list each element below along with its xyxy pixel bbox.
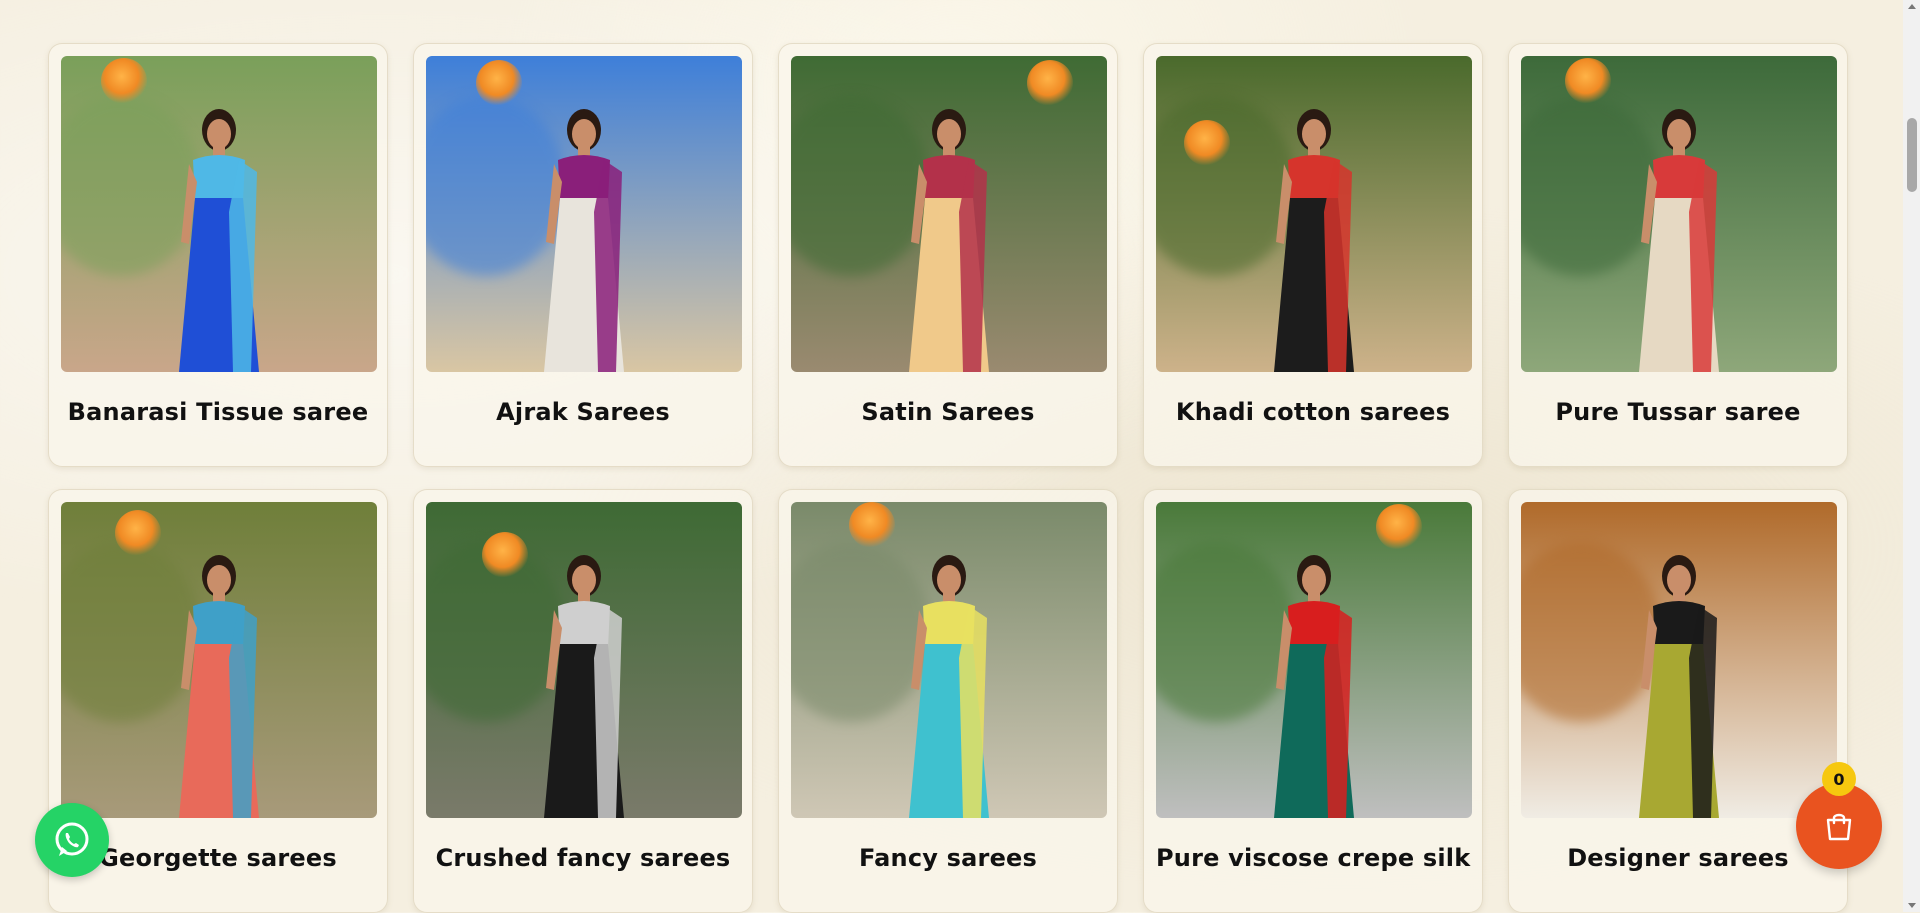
shopping-bag-icon bbox=[1826, 813, 1852, 841]
model-figure bbox=[909, 555, 989, 818]
brand-logo-watermark bbox=[1565, 58, 1611, 104]
category-title[interactable]: Fancy sarees bbox=[791, 844, 1105, 872]
model-figure bbox=[544, 555, 624, 818]
model-figure bbox=[1274, 555, 1354, 818]
category-card[interactable]: Pure Tussar saree bbox=[1508, 43, 1848, 467]
whatsapp-icon bbox=[55, 822, 89, 856]
model-figure bbox=[909, 109, 989, 372]
category-image[interactable] bbox=[426, 502, 742, 818]
category-grid: Banarasi Tissue saree Ajrak Sarees Satin… bbox=[48, 43, 1848, 913]
brand-logo-watermark bbox=[101, 58, 147, 104]
category-image[interactable] bbox=[1521, 502, 1837, 818]
category-title[interactable]: Satin Sarees bbox=[791, 398, 1105, 426]
category-image[interactable] bbox=[426, 56, 742, 372]
scroll-up-arrow[interactable] bbox=[1908, 4, 1916, 9]
model-figure bbox=[179, 555, 259, 818]
category-card[interactable]: Satin Sarees bbox=[778, 43, 1118, 467]
category-title[interactable]: Pure viscose crepe silk bbox=[1156, 844, 1470, 872]
scrollbar-thumb[interactable] bbox=[1907, 118, 1917, 192]
category-image[interactable] bbox=[791, 56, 1107, 372]
model-figure bbox=[179, 109, 259, 372]
category-card[interactable]: Khadi cotton sarees bbox=[1143, 43, 1483, 467]
category-image[interactable] bbox=[791, 502, 1107, 818]
model-figure bbox=[1639, 555, 1719, 818]
category-title[interactable]: Ajrak Sarees bbox=[426, 398, 740, 426]
category-title[interactable]: Designer sarees bbox=[1521, 844, 1835, 872]
category-image[interactable] bbox=[1156, 502, 1472, 818]
category-image[interactable] bbox=[61, 502, 377, 818]
cart-count-badge: 0 bbox=[1822, 762, 1856, 796]
brand-logo-watermark bbox=[115, 510, 161, 556]
category-image[interactable] bbox=[1156, 56, 1472, 372]
brand-logo-watermark bbox=[1027, 60, 1073, 106]
brand-logo-watermark bbox=[482, 532, 528, 578]
category-card[interactable]: Banarasi Tissue saree bbox=[48, 43, 388, 467]
whatsapp-button[interactable] bbox=[35, 803, 109, 877]
model-figure bbox=[544, 109, 624, 372]
category-card[interactable]: Designer sarees bbox=[1508, 489, 1848, 913]
model-figure bbox=[1639, 109, 1719, 372]
category-card[interactable]: Ajrak Sarees bbox=[413, 43, 753, 467]
category-title[interactable]: Pure Tussar saree bbox=[1521, 398, 1835, 426]
scroll-down-arrow[interactable] bbox=[1908, 903, 1916, 908]
category-card[interactable]: Pure viscose crepe silk bbox=[1143, 489, 1483, 913]
brand-logo-watermark bbox=[476, 60, 522, 106]
model-figure bbox=[1274, 109, 1354, 372]
category-title[interactable]: Khadi cotton sarees bbox=[1156, 398, 1470, 426]
category-title[interactable]: Banarasi Tissue saree bbox=[61, 398, 375, 426]
category-card[interactable]: Fancy sarees bbox=[778, 489, 1118, 913]
category-title[interactable]: Crushed fancy sarees bbox=[426, 844, 740, 872]
category-image[interactable] bbox=[61, 56, 377, 372]
category-card[interactable]: Crushed fancy sarees bbox=[413, 489, 753, 913]
brand-logo-watermark bbox=[849, 502, 895, 548]
scrollbar[interactable] bbox=[1903, 0, 1920, 912]
brand-logo-watermark bbox=[1184, 120, 1230, 166]
category-title[interactable]: Georgette sarees bbox=[61, 844, 375, 872]
brand-logo-watermark bbox=[1376, 504, 1422, 550]
category-image[interactable] bbox=[1521, 56, 1837, 372]
